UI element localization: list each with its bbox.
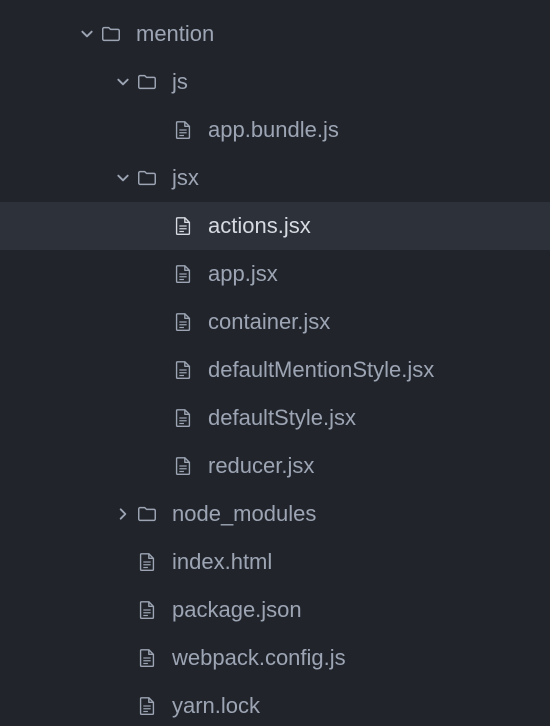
file-icon (134, 695, 160, 717)
file-icon (170, 311, 196, 333)
tree-item-label: jsx (172, 165, 199, 191)
tree-item-label: js (172, 69, 188, 95)
tree-item-label: app.bundle.js (208, 117, 339, 143)
tree-row-jsx[interactable]: jsx (0, 154, 550, 202)
tree-row-app-jsx[interactable]: app.jsx (0, 250, 550, 298)
tree-item-label: webpack.config.js (172, 645, 346, 671)
chevron-down-icon[interactable] (112, 171, 134, 185)
tree-row-defaultstyle-jsx[interactable]: defaultStyle.jsx (0, 394, 550, 442)
tree-item-label: app.jsx (208, 261, 278, 287)
tree-row-node-modules[interactable]: node_modules (0, 490, 550, 538)
file-icon (134, 599, 160, 621)
file-tree: mention js app.bundle.js jsx actions.jsx app.… (0, 0, 550, 726)
tree-row-package-json[interactable]: package.json (0, 586, 550, 634)
file-icon (170, 359, 196, 381)
tree-row-container-jsx[interactable]: container.jsx (0, 298, 550, 346)
file-icon (134, 551, 160, 573)
folder-icon (134, 167, 160, 189)
tree-item-label: package.json (172, 597, 302, 623)
tree-row-actions-jsx[interactable]: actions.jsx (0, 202, 550, 250)
tree-row-reducer-jsx[interactable]: reducer.jsx (0, 442, 550, 490)
tree-row-js[interactable]: js (0, 58, 550, 106)
file-icon (170, 215, 196, 237)
tree-row-app-bundle-js[interactable]: app.bundle.js (0, 106, 550, 154)
folder-icon (134, 503, 160, 525)
tree-item-label: yarn.lock (172, 693, 260, 719)
tree-item-label: actions.jsx (208, 213, 311, 239)
tree-item-label: node_modules (172, 501, 316, 527)
folder-icon (134, 71, 160, 93)
file-icon (170, 263, 196, 285)
tree-row-index-html[interactable]: index.html (0, 538, 550, 586)
folder-icon (98, 23, 124, 45)
tree-item-label: defaultStyle.jsx (208, 405, 356, 431)
tree-item-label: mention (136, 21, 214, 47)
tree-row-mention[interactable]: mention (0, 10, 550, 58)
file-icon (170, 119, 196, 141)
file-icon (170, 455, 196, 477)
tree-item-label: defaultMentionStyle.jsx (208, 357, 434, 383)
chevron-down-icon[interactable] (76, 27, 98, 41)
tree-row-defaultmentionstyle-jsx[interactable]: defaultMentionStyle.jsx (0, 346, 550, 394)
tree-item-label: reducer.jsx (208, 453, 314, 479)
file-icon (170, 407, 196, 429)
tree-item-label: container.jsx (208, 309, 330, 335)
tree-item-label: index.html (172, 549, 272, 575)
file-icon (134, 647, 160, 669)
chevron-down-icon[interactable] (112, 75, 134, 89)
tree-row-yarn-lock[interactable]: yarn.lock (0, 682, 550, 726)
tree-row-webpack-config-js[interactable]: webpack.config.js (0, 634, 550, 682)
chevron-right-icon[interactable] (112, 507, 134, 521)
